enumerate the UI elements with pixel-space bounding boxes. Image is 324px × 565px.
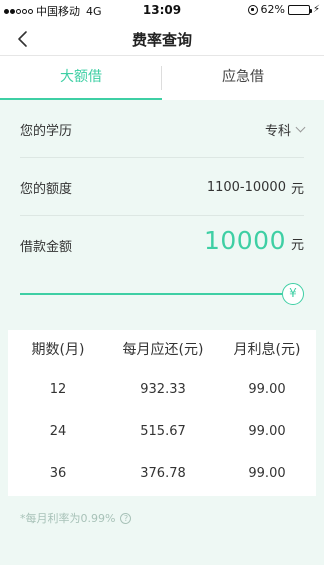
repayment-table: 期数(月) 每月应还(元) 月利息(元) 12 932.33 99.00 24 … bbox=[8, 330, 316, 496]
slider-track[interactable] bbox=[20, 293, 282, 295]
education-label: 您的学历 bbox=[20, 124, 73, 139]
quota-label: 您的额度 bbox=[20, 182, 73, 197]
charging-icon: ⚡ bbox=[312, 4, 320, 15]
education-row[interactable]: 您的学历 专科 bbox=[20, 100, 306, 158]
tab-large-loan[interactable]: 大额借 bbox=[0, 56, 162, 100]
rate-note-text: *每月利率为0.99% bbox=[20, 512, 116, 525]
payment-cell: 515.67 bbox=[140, 424, 186, 439]
rotation-lock-icon bbox=[247, 4, 258, 15]
interest-cell: 99.00 bbox=[248, 382, 286, 397]
chevron-down-icon bbox=[295, 122, 306, 133]
loan-amount-value-group: 10000 元 bbox=[204, 226, 304, 255]
page-title: 费率查询 bbox=[131, 31, 192, 49]
loan-amount-row: 借款金额 10000 元 bbox=[20, 216, 304, 274]
header-monthly-payment: 每月应还(元) bbox=[122, 342, 204, 358]
education-value: 专科 bbox=[264, 124, 291, 139]
loan-amount-value: 10000 bbox=[203, 226, 286, 255]
table-row: 12 932.33 99.00 bbox=[8, 370, 316, 410]
loan-amount-slider[interactable]: ¥ bbox=[20, 283, 304, 305]
term-cell: 24 bbox=[49, 424, 67, 439]
quota-row: 您的额度 1100-10000 元 bbox=[20, 158, 304, 216]
battery-icon bbox=[287, 4, 312, 15]
rate-footnote: *每月利率为0.99% ? bbox=[20, 510, 132, 526]
interest-cell: 99.00 bbox=[248, 466, 286, 481]
header-term: 期数(月) bbox=[31, 342, 85, 358]
battery-percent: 62% bbox=[260, 3, 285, 16]
payment-cell: 932.33 bbox=[140, 382, 186, 397]
quota-value-group: 1100-10000 元 bbox=[207, 178, 304, 197]
payment-cell: 376.78 bbox=[140, 466, 186, 481]
status-bar: 中国移动 4G 13:09 62% ⚡ bbox=[0, 0, 324, 20]
quota-unit: 元 bbox=[290, 182, 304, 197]
help-icon[interactable]: ? bbox=[120, 512, 132, 524]
interest-cell: 99.00 bbox=[248, 424, 286, 439]
tab-emergency-loan[interactable]: 应急借 bbox=[162, 56, 324, 100]
term-cell: 36 bbox=[49, 466, 67, 481]
nav-bar: 费率查询 bbox=[0, 20, 324, 56]
tab-bar: 大额借 应急借 bbox=[0, 56, 324, 100]
table-header: 期数(月) 每月应还(元) 月利息(元) bbox=[8, 330, 316, 370]
table-row: 24 515.67 99.00 bbox=[8, 412, 316, 452]
quota-value: 1100-10000 bbox=[206, 180, 286, 195]
education-select[interactable]: 专科 bbox=[264, 120, 306, 139]
header-monthly-interest: 月利息(元) bbox=[233, 342, 301, 358]
yen-icon[interactable]: ¥ bbox=[282, 283, 304, 305]
loan-amount-unit: 元 bbox=[290, 238, 304, 253]
term-cell: 12 bbox=[49, 382, 67, 397]
loan-amount-label: 借款金额 bbox=[20, 240, 73, 255]
table-row: 36 376.78 99.00 bbox=[8, 454, 316, 494]
status-right: 62% ⚡ bbox=[247, 3, 320, 16]
